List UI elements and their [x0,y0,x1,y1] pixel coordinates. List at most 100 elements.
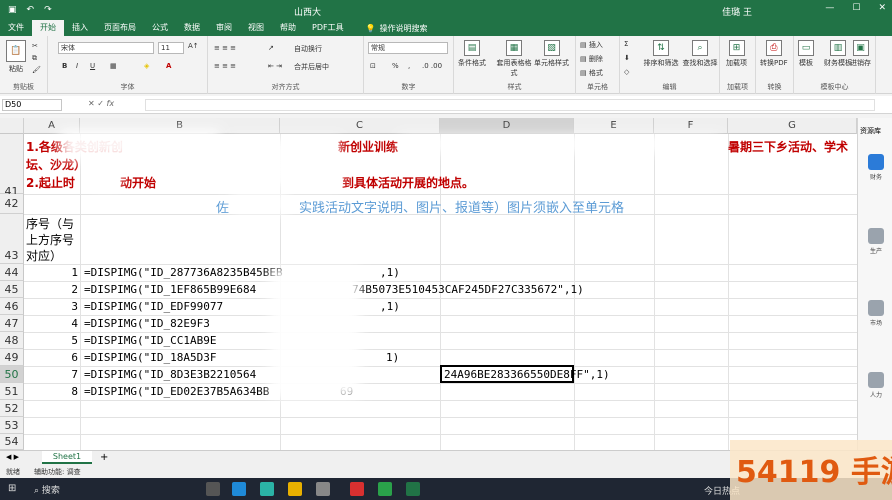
maximize-icon[interactable]: ☐ [852,3,860,13]
column-header-g[interactable]: G [728,118,857,134]
row-header-48[interactable]: 48 [0,332,24,349]
wechat-icon[interactable] [378,482,392,496]
column-header-f[interactable]: F [654,118,728,134]
row-header-46[interactable]: 46 [0,298,24,315]
insert-cells-button[interactable]: ▤ 插入 [580,40,603,50]
table-cell-index[interactable]: 1 [26,266,78,279]
add-sheet-button[interactable]: + [100,452,108,463]
row-header-43[interactable]: 43 [0,214,24,264]
column-header-c[interactable]: C [280,118,440,134]
app-icon[interactable] [316,482,330,496]
orientation-icon[interactable]: ↗ [268,44,274,52]
format-painter-icon[interactable]: 🖌 [32,66,41,74]
resource-production[interactable]: 生产 [863,228,889,255]
number-format-select[interactable]: 常规 [368,42,448,54]
column-header-e[interactable]: E [574,118,654,134]
currency-icon[interactable]: ⊡ [370,62,376,70]
tab-pdf[interactable]: PDF工具 [304,20,352,36]
row-header-41[interactable]: 41 [0,134,24,198]
tab-help[interactable]: 帮助 [272,20,304,36]
tab-view[interactable]: 视图 [240,20,272,36]
cut-icon[interactable]: ✂ [32,42,38,50]
clear-icon[interactable]: ◇ [624,68,629,76]
sheet-nav-icon[interactable]: ◀ ▶ [6,453,19,461]
conditional-format-button[interactable]: ▤ 条件格式 [458,40,486,68]
finance-template-button[interactable]: ▥ 财务模板 [824,40,852,68]
task-view-icon[interactable] [206,482,220,496]
table-cell-formula[interactable]: =DISPIMG("ID_ED02E37B5A634BB [84,385,269,398]
row-header-44[interactable]: 44 [0,264,24,281]
row-header-50[interactable]: 50 [0,366,24,383]
table-cell-formula[interactable]: =DISPIMG("ID_8D3E3B2210564 [84,368,256,381]
row-header-45[interactable]: 45 [0,281,24,298]
column-header-d[interactable]: D [440,118,574,134]
taskbar-search[interactable]: ⌕ 搜索 [34,483,60,496]
borders-icon[interactable]: ▦ [110,62,117,70]
resource-market[interactable]: 市场 [863,300,889,327]
table-cell-formula[interactable]: =DISPIMG("ID_CC1AB9E [84,334,216,347]
undo-icon[interactable]: ↶ [27,5,35,15]
tab-file[interactable]: 文件 [0,20,32,36]
resource-finance[interactable]: 财务 [863,154,889,181]
table-format-button[interactable]: ▦ 套用表格格式 [496,40,532,78]
cell-style-button[interactable]: ▧ 单元格样式 [534,40,569,68]
fx-label[interactable]: ✕ ✓ fx [88,99,114,108]
table-cell-index[interactable]: 6 [26,351,78,364]
user-name[interactable]: 佳璐 王 [722,5,752,18]
tab-page-layout[interactable]: 页面布局 [96,20,144,36]
invoice-button[interactable]: ▣ 进销存 [850,40,871,68]
resource-hr[interactable]: 人力 [863,372,889,399]
row-header-53[interactable]: 53 [0,417,24,434]
align-top-icon[interactable]: ≡ ≡ ≡ [214,44,236,52]
font-size-select[interactable]: 11 [158,42,184,54]
tab-review[interactable]: 审阅 [208,20,240,36]
template-button[interactable]: ▭ 模板 [798,40,814,68]
table-cell-index[interactable]: 7 [26,368,78,381]
delete-cells-button[interactable]: ▤ 删除 [580,54,603,64]
autosum-icon[interactable]: Σ [624,40,628,48]
row-header-54[interactable]: 54 [0,434,24,450]
row-header-47[interactable]: 47 [0,315,24,332]
addins-button[interactable]: ⊞ 加载项 [726,40,747,68]
table-cell-formula[interactable]: =DISPIMG("ID_18A5D3F [84,351,216,364]
table-cell-index[interactable]: 4 [26,317,78,330]
table-cell-index[interactable]: 8 [26,385,78,398]
comma-button[interactable]: , [408,62,410,70]
start-icon[interactable]: ⊞ [8,483,16,494]
underline-button[interactable]: U [90,62,95,70]
wrap-text-button[interactable]: 自动换行 [294,44,322,54]
save-icon[interactable]: ▣ [8,5,17,15]
grow-font-icon[interactable]: A↑ [188,42,199,50]
paste-button[interactable]: 📋 粘贴 [6,40,26,74]
formula-input[interactable] [145,99,875,111]
fill-color-icon[interactable]: ◈ [144,62,149,70]
copy-icon[interactable]: ⧉ [32,54,37,63]
row-header-51[interactable]: 51 [0,383,24,400]
decimal-icon[interactable]: .0 .00 [422,62,442,70]
spreadsheet-grid[interactable]: A B C D E F G 41 1.各级各类创新创 新创业训练 暑期三下乡活动… [0,118,857,450]
convert-pdf-button[interactable]: ⎙ 转换PDF [760,40,788,68]
font-name-select[interactable]: 宋体 [58,42,154,54]
close-icon[interactable]: ✕ [878,3,886,13]
row-header-42[interactable]: 42 [0,194,24,214]
redo-icon[interactable]: ↷ [44,5,52,15]
tell-me-search[interactable]: 💡 操作说明搜索 [366,20,428,36]
app-icon[interactable] [260,482,274,496]
indent-icon[interactable]: ⇤ ⇥ [268,62,282,70]
edge-icon[interactable] [232,482,246,496]
italic-button[interactable]: I [76,62,78,70]
table-cell-formula[interactable]: =DISPIMG("ID_82E9F3 [84,317,210,330]
tab-home[interactable]: 开始 [32,20,64,36]
sort-filter-button[interactable]: ⇅ 排序和筛选 [642,40,680,68]
find-select-button[interactable]: ⌕ 查找和选择 [682,40,718,68]
row-header-52[interactable]: 52 [0,400,24,417]
tab-data[interactable]: 数据 [176,20,208,36]
name-box[interactable]: D50 [2,99,62,111]
explorer-icon[interactable] [288,482,302,496]
row-header-49[interactable]: 49 [0,349,24,366]
fill-icon[interactable]: ⬇ [624,54,630,62]
select-all-corner[interactable] [0,118,24,134]
excel-icon[interactable] [406,482,420,496]
table-cell-formula[interactable]: =DISPIMG("ID_1EF865B99E684 [84,283,256,296]
table-cell-formula[interactable]: =DISPIMG("ID_EDF99077 [84,300,223,313]
